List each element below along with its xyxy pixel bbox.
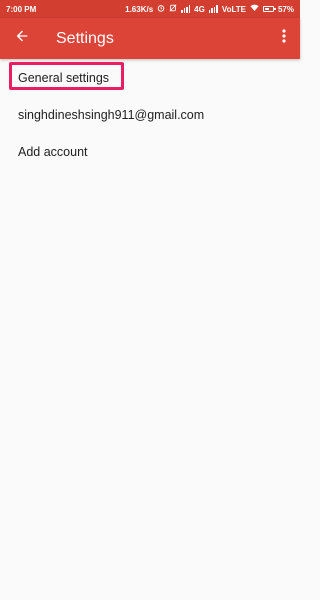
signal-strength-icon	[181, 5, 191, 13]
list-item-label: Add account	[18, 144, 88, 159]
battery-icon	[262, 6, 276, 12]
battery-percent: 57%	[277, 4, 294, 14]
page-title: Settings	[56, 29, 114, 47]
status-time: 7:00 PM	[6, 4, 37, 14]
network-volte-label: VoLTE	[221, 4, 246, 14]
app-bar: Settings	[0, 18, 300, 59]
network-speed: 1.63K/s	[125, 4, 154, 14]
network-4g-label: 4G	[194, 4, 205, 14]
more-vert-icon	[282, 29, 286, 48]
alarm-icon	[157, 4, 165, 14]
silent-icon	[169, 4, 177, 14]
arrow-back-icon	[14, 28, 30, 49]
wifi-icon	[250, 4, 259, 14]
list-item-label: singhdineshsingh911@gmail.com	[18, 107, 205, 122]
account-item[interactable]: singhdineshsingh911@gmail.com	[0, 96, 300, 133]
status-indicators: 1.63K/s 4G VoLTE 57%	[125, 4, 294, 14]
back-button[interactable]	[2, 18, 42, 59]
status-bar: 7:00 PM 1.63K/s 4G VoLTE 57%	[0, 0, 300, 18]
overflow-menu-button[interactable]	[272, 18, 296, 59]
add-account-item[interactable]: Add account	[0, 133, 300, 170]
signal-strength-2-icon	[208, 5, 218, 13]
highlight-annotation	[9, 62, 124, 90]
